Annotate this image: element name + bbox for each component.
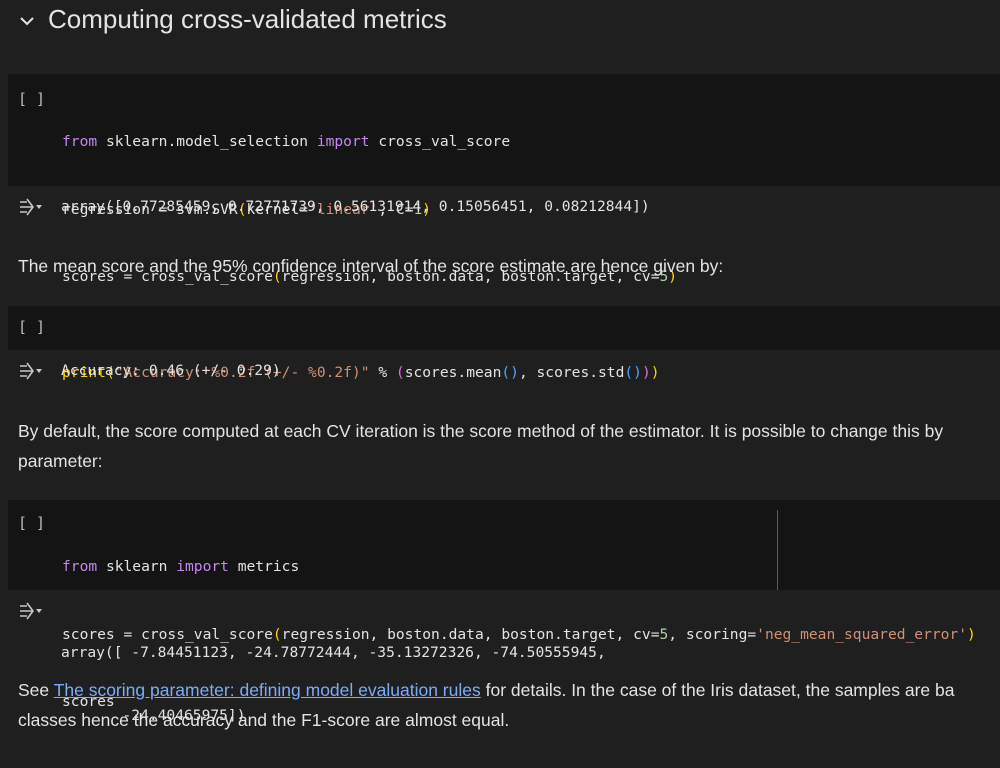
- markdown-text: By default, the score computed at each C…: [18, 416, 943, 476]
- code-cell-2[interactable]: [ ] print("Accuracy: %0.2f (+/- %0.2f)" …: [8, 306, 1000, 381]
- code-cell-3[interactable]: [ ] from sklearn import metrics scores =…: [8, 500, 1000, 710]
- code-cell-1[interactable]: [ ] from sklearn.model_selection import …: [8, 74, 1000, 353]
- output-toggle-icon[interactable]: [18, 600, 46, 622]
- chevron-down-icon[interactable]: [18, 12, 36, 30]
- output-text: Accuracy: 0.46 (+/- 0.29): [61, 362, 281, 379]
- run-cell-button[interactable]: [ ]: [18, 514, 45, 532]
- markdown-line: See The scoring parameter: defining mode…: [18, 680, 955, 700]
- code-line: from sklearn.model_selection import cros…: [62, 133, 511, 150]
- cell-output-1: array([0.77285459, 0.72771739, 0.5613191…: [0, 194, 1000, 220]
- cell-output-2: Accuracy: 0.46 (+/- 0.29): [0, 358, 1000, 384]
- markdown-text: See The scoring parameter: defining mode…: [18, 675, 954, 735]
- code-line: from sklearn import metrics: [62, 558, 300, 575]
- markdown-text: The mean score and the 95% confidence in…: [18, 256, 724, 276]
- output-toggle-icon[interactable]: [18, 196, 46, 218]
- section-title: Computing cross-validated metrics: [48, 4, 447, 34]
- output-line: array([ -7.84451123, -24.78772444, -35.1…: [61, 644, 606, 661]
- section-header[interactable]: Computing cross-validated metrics: [0, 0, 1000, 44]
- run-cell-button[interactable]: [ ]: [18, 90, 45, 108]
- markdown-line: By default, the score computed at each C…: [18, 421, 944, 441]
- output-toggle-icon[interactable]: [18, 360, 46, 382]
- markdown-line: classes hence the accuracy and the F1-sc…: [18, 710, 510, 730]
- scoring-parameter-link[interactable]: The scoring parameter: defining model ev…: [54, 680, 481, 700]
- cell-output-3: array([ -7.84451123, -24.78772444, -35.1…: [0, 598, 1000, 724]
- markdown-line: parameter:: [18, 451, 103, 471]
- ruler-line: [777, 510, 778, 590]
- run-cell-button[interactable]: [ ]: [18, 318, 45, 336]
- output-text: array([0.77285459, 0.72771739, 0.5613191…: [61, 198, 650, 215]
